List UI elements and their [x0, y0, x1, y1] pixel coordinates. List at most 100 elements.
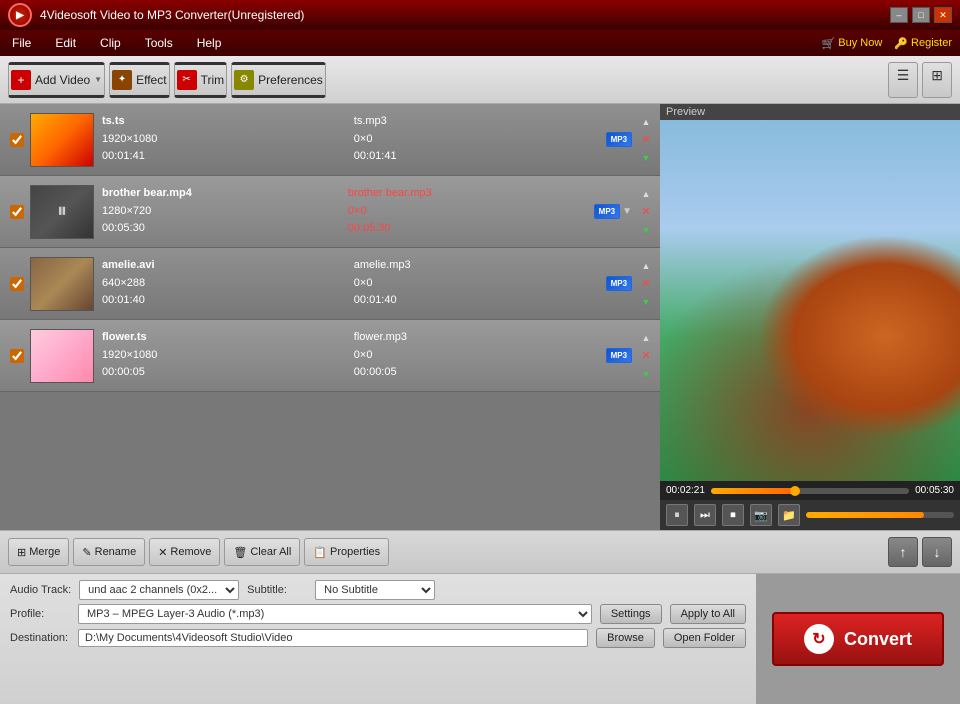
file-info-2: brother bear.mp4 1280×720 00:05:30 [102, 185, 348, 238]
pause-overlay-icon: ⏸ [57, 200, 67, 223]
properties-button[interactable]: 📋 Properties [304, 538, 389, 566]
clear-all-button[interactable]: 🗑 Clear All [224, 538, 300, 566]
apply-to-all-button[interactable]: Apply to All [670, 604, 746, 624]
file-actions-1: MP3 [606, 132, 632, 147]
move-up-icon-3[interactable]: ▲ [638, 258, 654, 274]
remove-icon-4[interactable]: ✕ [638, 348, 654, 364]
move-down-icon-1[interactable]: ▼ [638, 150, 654, 166]
merge-button[interactable]: ⊞ Merge [8, 538, 69, 566]
add-video-dropdown-icon[interactable]: ▼ [94, 75, 102, 84]
file-actions-2: MP3 ▼ [594, 204, 632, 219]
preview-progress-bar: 00:02:21 00:05:30 [660, 481, 960, 500]
settings-panel: Audio Track: und aac 2 channels (0x2... … [0, 574, 756, 704]
remove-button[interactable]: ✕ Remove [149, 538, 220, 566]
file-checkbox-4[interactable] [10, 349, 24, 363]
remove-icon-3[interactable]: ✕ [638, 276, 654, 292]
folder-button[interactable]: 📁 [778, 504, 800, 526]
open-folder-button[interactable]: Open Folder [663, 628, 746, 648]
file-checkbox-2[interactable] [10, 205, 24, 219]
buy-now-button[interactable]: 🛒 Buy Now [822, 37, 883, 50]
menu-clip[interactable]: Clip [96, 34, 125, 52]
pause-button[interactable]: ⏸ [666, 504, 688, 526]
menu-tools[interactable]: Tools [141, 34, 177, 52]
rename-button[interactable]: ✎ Rename [73, 538, 145, 566]
file-thumbnail-4 [30, 329, 94, 383]
stop-button[interactable]: ⏹ [722, 504, 744, 526]
destination-input[interactable] [78, 629, 588, 647]
move-up-icon-2[interactable]: ▲ [638, 186, 654, 202]
file-output-4: flower.mp3 0×0 00:00:05 [354, 329, 606, 382]
file-item: ts.ts 1920×1080 00:01:41 ts.mp3 0×0 00:0… [0, 104, 660, 176]
preview-progress-track[interactable] [711, 488, 909, 494]
trim-button[interactable]: ✂ Trim [174, 62, 228, 98]
file-checkbox-3[interactable] [10, 277, 24, 291]
file-list: ts.ts 1920×1080 00:01:41 ts.mp3 0×0 00:0… [0, 104, 660, 530]
format-dropdown-icon-2[interactable]: ▼ [622, 206, 632, 217]
menu-edit[interactable]: Edit [51, 34, 80, 52]
move-up-button[interactable]: ↑ [888, 537, 918, 567]
audio-track-select[interactable]: und aac 2 channels (0x2... [79, 580, 239, 600]
file-thumbnail-3 [30, 257, 94, 311]
file-actions-4: MP3 [606, 348, 632, 363]
remove-icon-2[interactable]: ✕ [638, 204, 654, 220]
step-forward-icon: ⏭ [700, 509, 710, 522]
menu-help[interactable]: Help [193, 34, 226, 52]
move-down-button[interactable]: ↓ [922, 537, 952, 567]
file-item: amelie.avi 640×288 00:01:40 amelie.mp3 0… [0, 248, 660, 320]
menu-items: File Edit Clip Tools Help [8, 34, 225, 52]
move-down-icon-4[interactable]: ▼ [638, 366, 654, 382]
folder-icon: 📁 [782, 509, 796, 522]
profile-select[interactable]: MP3 – MPEG Layer-3 Audio (*.mp3) [78, 604, 592, 624]
destination-label: Destination: [10, 632, 70, 644]
file-item: flower.ts 1920×1080 00:00:05 flower.mp3 … [0, 320, 660, 392]
grid-view-button[interactable]: ⊞ [922, 62, 952, 98]
file-actions-3: MP3 [606, 276, 632, 291]
mp3-badge-2[interactable]: MP3 [594, 204, 620, 219]
settings-button[interactable]: Settings [600, 604, 662, 624]
title-bar: ▶ 4Videosoft Video to MP3 Converter(Unre… [0, 0, 960, 30]
preview-video [660, 120, 960, 481]
merge-icon: ⊞ [17, 546, 26, 559]
preview-scene [660, 120, 960, 481]
preview-progress-thumb[interactable] [790, 486, 800, 496]
menu-file[interactable]: File [8, 34, 35, 52]
preview-progress-fill [711, 488, 794, 494]
move-down-icon-2[interactable]: ▼ [638, 222, 654, 238]
camera-icon: 📷 [754, 509, 768, 522]
file-info-3: amelie.avi 640×288 00:01:40 [102, 257, 354, 310]
main-content: ts.ts 1920×1080 00:01:41 ts.mp3 0×0 00:0… [0, 104, 960, 530]
file-side-controls-2: ▲ ✕ ▼ [636, 186, 656, 238]
list-view-button[interactable]: ☰ [888, 62, 919, 98]
register-button[interactable]: 🔑 Register [894, 37, 952, 50]
stop-icon: ⏹ [730, 509, 736, 522]
preferences-button[interactable]: ⚙ Preferences [231, 62, 326, 98]
file-output-1: ts.mp3 0×0 00:01:41 [354, 113, 606, 166]
preview-panel: Preview 00:02:21 00:05:30 ⏸ ⏭ ⏹ 📷 📁 [660, 104, 960, 530]
minimize-button[interactable]: – [890, 7, 908, 23]
file-side-controls-4: ▲ ✕ ▼ [636, 330, 656, 382]
subtitle-select[interactable]: No Subtitle [315, 580, 435, 600]
mp3-badge-3[interactable]: MP3 [606, 276, 632, 291]
move-down-icon-3[interactable]: ▼ [638, 294, 654, 310]
window-title: 4Videosoft Video to MP3 Converter(Unregi… [40, 8, 890, 22]
snapshot-button[interactable]: 📷 [750, 504, 772, 526]
maximize-button[interactable]: □ [912, 7, 930, 23]
convert-button[interactable]: ↻ Convert [772, 612, 944, 666]
effect-button[interactable]: ✦ Effect [109, 62, 169, 98]
remove-icon-1[interactable]: ✕ [638, 132, 654, 148]
mp3-badge-4[interactable]: MP3 [606, 348, 632, 363]
convert-area: ↻ Convert [756, 574, 960, 704]
profile-label: Profile: [10, 608, 70, 620]
remove-x-icon: ✕ [158, 546, 167, 559]
subtitle-label: Subtitle: [247, 584, 307, 596]
volume-slider[interactable] [806, 512, 954, 518]
browse-button[interactable]: Browse [596, 628, 655, 648]
add-video-button[interactable]: + Add Video ▼ [8, 62, 105, 98]
bottom-toolbar: ⊞ Merge ✎ Rename ✕ Remove 🗑 Clear All 📋 … [0, 530, 960, 574]
close-button[interactable]: ✕ [934, 7, 952, 23]
step-forward-button[interactable]: ⏭ [694, 504, 716, 526]
move-up-icon-4[interactable]: ▲ [638, 330, 654, 346]
file-checkbox-1[interactable] [10, 133, 24, 147]
mp3-badge-1[interactable]: MP3 [606, 132, 632, 147]
move-up-icon-1[interactable]: ▲ [638, 114, 654, 130]
